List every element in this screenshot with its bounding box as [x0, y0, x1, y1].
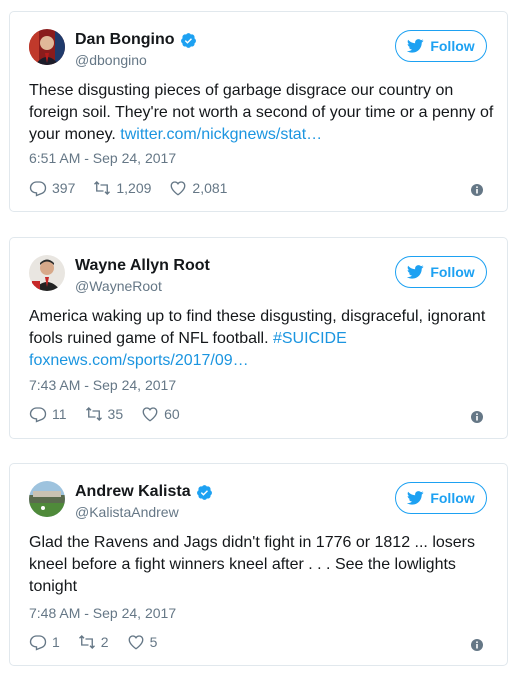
tweet-text: Glad the Ravens and Jags didn't fight in… — [29, 532, 499, 598]
retweet-count: 2 — [100, 634, 109, 650]
author-name[interactable]: Andrew Kalista — [75, 483, 191, 501]
verified-badge-icon — [196, 484, 212, 500]
tweet-link[interactable]: foxnews.com/sports/2017/09… — [29, 352, 249, 369]
retweet-icon — [94, 181, 111, 195]
reply-icon — [29, 181, 47, 197]
follow-button[interactable]: Follow — [395, 256, 487, 288]
tweet-text: These disgusting pieces of garbage disgr… — [29, 80, 499, 146]
reply-button[interactable]: 1 — [29, 633, 60, 651]
tweet-card: Wayne Allyn Root @WayneRoot Follow Ameri… — [9, 237, 508, 439]
author-handle[interactable]: @KalistaAndrew — [75, 504, 179, 520]
tweet-actions: 11 35 60 — [29, 405, 198, 423]
verified-badge-icon — [180, 32, 196, 48]
follow-label: Follow — [430, 264, 475, 280]
author-name[interactable]: Wayne Allyn Root — [75, 257, 210, 275]
tweet-body: Glad the Ravens and Jags didn't fight in… — [29, 534, 475, 595]
author-name[interactable]: Dan Bongino — [75, 31, 175, 49]
avatar[interactable] — [29, 481, 65, 517]
retweet-count: 1,209 — [116, 180, 152, 196]
follow-button[interactable]: Follow — [395, 482, 487, 514]
tweet-actions: 397 1,209 2,081 — [29, 179, 245, 197]
tweet-actions: 1 2 5 — [29, 633, 175, 651]
retweet-button[interactable]: 2 — [78, 633, 109, 651]
retweet-count: 35 — [107, 406, 124, 422]
retweet-icon — [78, 635, 95, 649]
avatar[interactable] — [29, 29, 65, 65]
info-icon[interactable] — [471, 411, 483, 423]
info-icon[interactable] — [471, 639, 483, 651]
reply-button[interactable]: 397 — [29, 179, 75, 197]
retweet-button[interactable]: 35 — [85, 405, 124, 423]
info-icon[interactable] — [471, 184, 483, 196]
retweet-icon — [85, 407, 102, 421]
tweet-timestamp[interactable]: 7:43 AM - Sep 24, 2017 — [29, 377, 176, 393]
twitter-bird-icon — [407, 39, 424, 53]
like-count: 2,081 — [192, 180, 228, 196]
like-count: 60 — [164, 406, 180, 422]
hashtag-link[interactable]: #SUICIDE — [273, 330, 347, 347]
reply-count: 1 — [52, 634, 60, 650]
like-count: 5 — [149, 634, 158, 650]
tweet-body: America waking up to find these disgusti… — [29, 308, 486, 347]
tweet-text: America waking up to find these disgusti… — [29, 306, 499, 372]
author-handle[interactable]: @dbongino — [75, 52, 147, 68]
retweet-button[interactable]: 1,209 — [93, 179, 151, 197]
tweet-card: Andrew Kalista @KalistaAndrew Follow Gla… — [9, 463, 508, 666]
follow-label: Follow — [430, 490, 475, 506]
twitter-bird-icon — [407, 491, 424, 505]
avatar[interactable] — [29, 255, 65, 291]
like-button[interactable]: 60 — [141, 405, 180, 423]
follow-label: Follow — [430, 38, 475, 54]
heart-icon — [142, 407, 158, 422]
tweet-timestamp[interactable]: 6:51 AM - Sep 24, 2017 — [29, 150, 176, 166]
like-button[interactable]: 2,081 — [169, 179, 227, 197]
twitter-bird-icon — [407, 265, 424, 279]
author-handle[interactable]: @WayneRoot — [75, 278, 162, 294]
tweet-timestamp[interactable]: 7:48 AM - Sep 24, 2017 — [29, 605, 176, 621]
reply-icon — [29, 407, 47, 423]
tweet-card: Dan Bongino @dbongino Follow These disgu… — [9, 11, 508, 212]
reply-button[interactable]: 11 — [29, 405, 67, 423]
reply-icon — [29, 635, 47, 651]
follow-button[interactable]: Follow — [395, 30, 487, 62]
heart-icon — [128, 635, 144, 650]
like-button[interactable]: 5 — [127, 633, 158, 651]
tweet-link[interactable]: twitter.com/nickgnews/stat… — [120, 126, 322, 143]
reply-count: 397 — [52, 180, 76, 196]
heart-icon — [170, 181, 186, 196]
reply-count: 11 — [52, 406, 67, 422]
